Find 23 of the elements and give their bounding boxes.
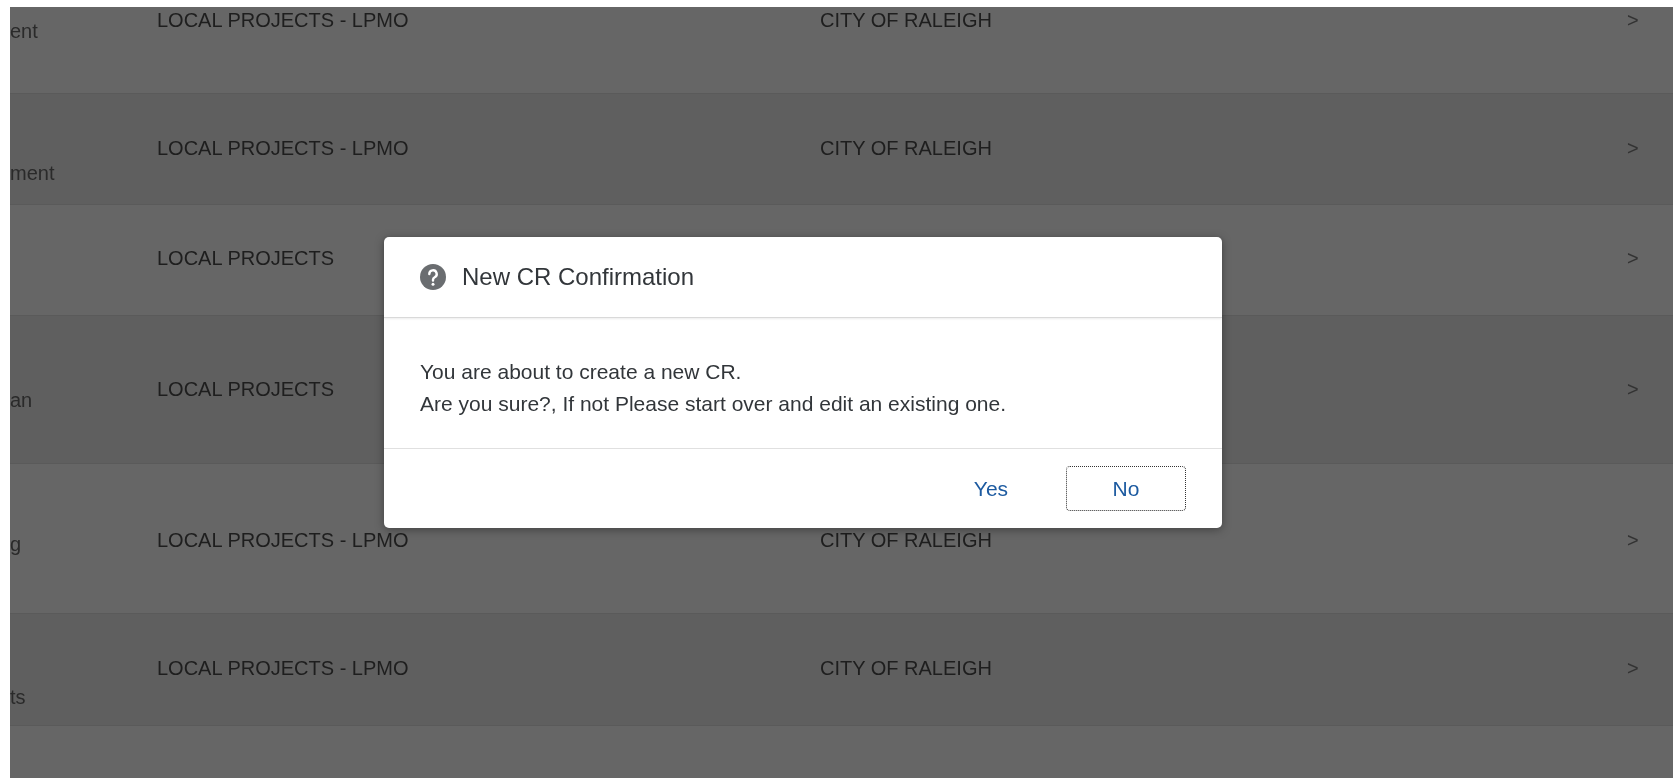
message-text: Are you sure?, If not Please start over and edit an existing one. (420, 391, 1006, 417)
chevron-icon[interactable]: > (1627, 10, 1639, 30)
chevron-icon[interactable]: > (1627, 658, 1639, 678)
table-cell: g (10, 534, 22, 554)
chevron-icon[interactable]: > (1627, 379, 1639, 399)
table-cell: LOCAL PROJECTS - LPMO (157, 138, 409, 158)
table-cell: LOCAL PROJECTS (157, 379, 335, 399)
table-cell: CITY OF RALEIGH (820, 10, 992, 30)
question-icon (420, 264, 446, 290)
table-cell: LOCAL PROJECTS - LPMO (157, 10, 409, 30)
table-cell: LOCAL PROJECTS - LPMO (157, 658, 409, 678)
table-cell: CITY OF RALEIGH (820, 138, 992, 158)
table-cell: ent (10, 21, 38, 41)
table-cell: LOCAL PROJECTS (157, 248, 335, 268)
yes-button[interactable]: Yes (946, 466, 1036, 511)
table-cell: CITY OF RALEIGH (820, 658, 992, 678)
table-cell: CITY OF RALEIGH (820, 530, 992, 550)
table-cell: LOCAL PROJECTS - LPMO (157, 530, 409, 550)
dialog-title: New CR Confirmation (462, 262, 695, 292)
message-text: You are about to create a new CR. (420, 359, 742, 385)
chevron-icon[interactable]: > (1627, 530, 1639, 550)
chevron-icon[interactable]: > (1627, 248, 1639, 268)
chevron-icon[interactable]: > (1627, 138, 1639, 158)
